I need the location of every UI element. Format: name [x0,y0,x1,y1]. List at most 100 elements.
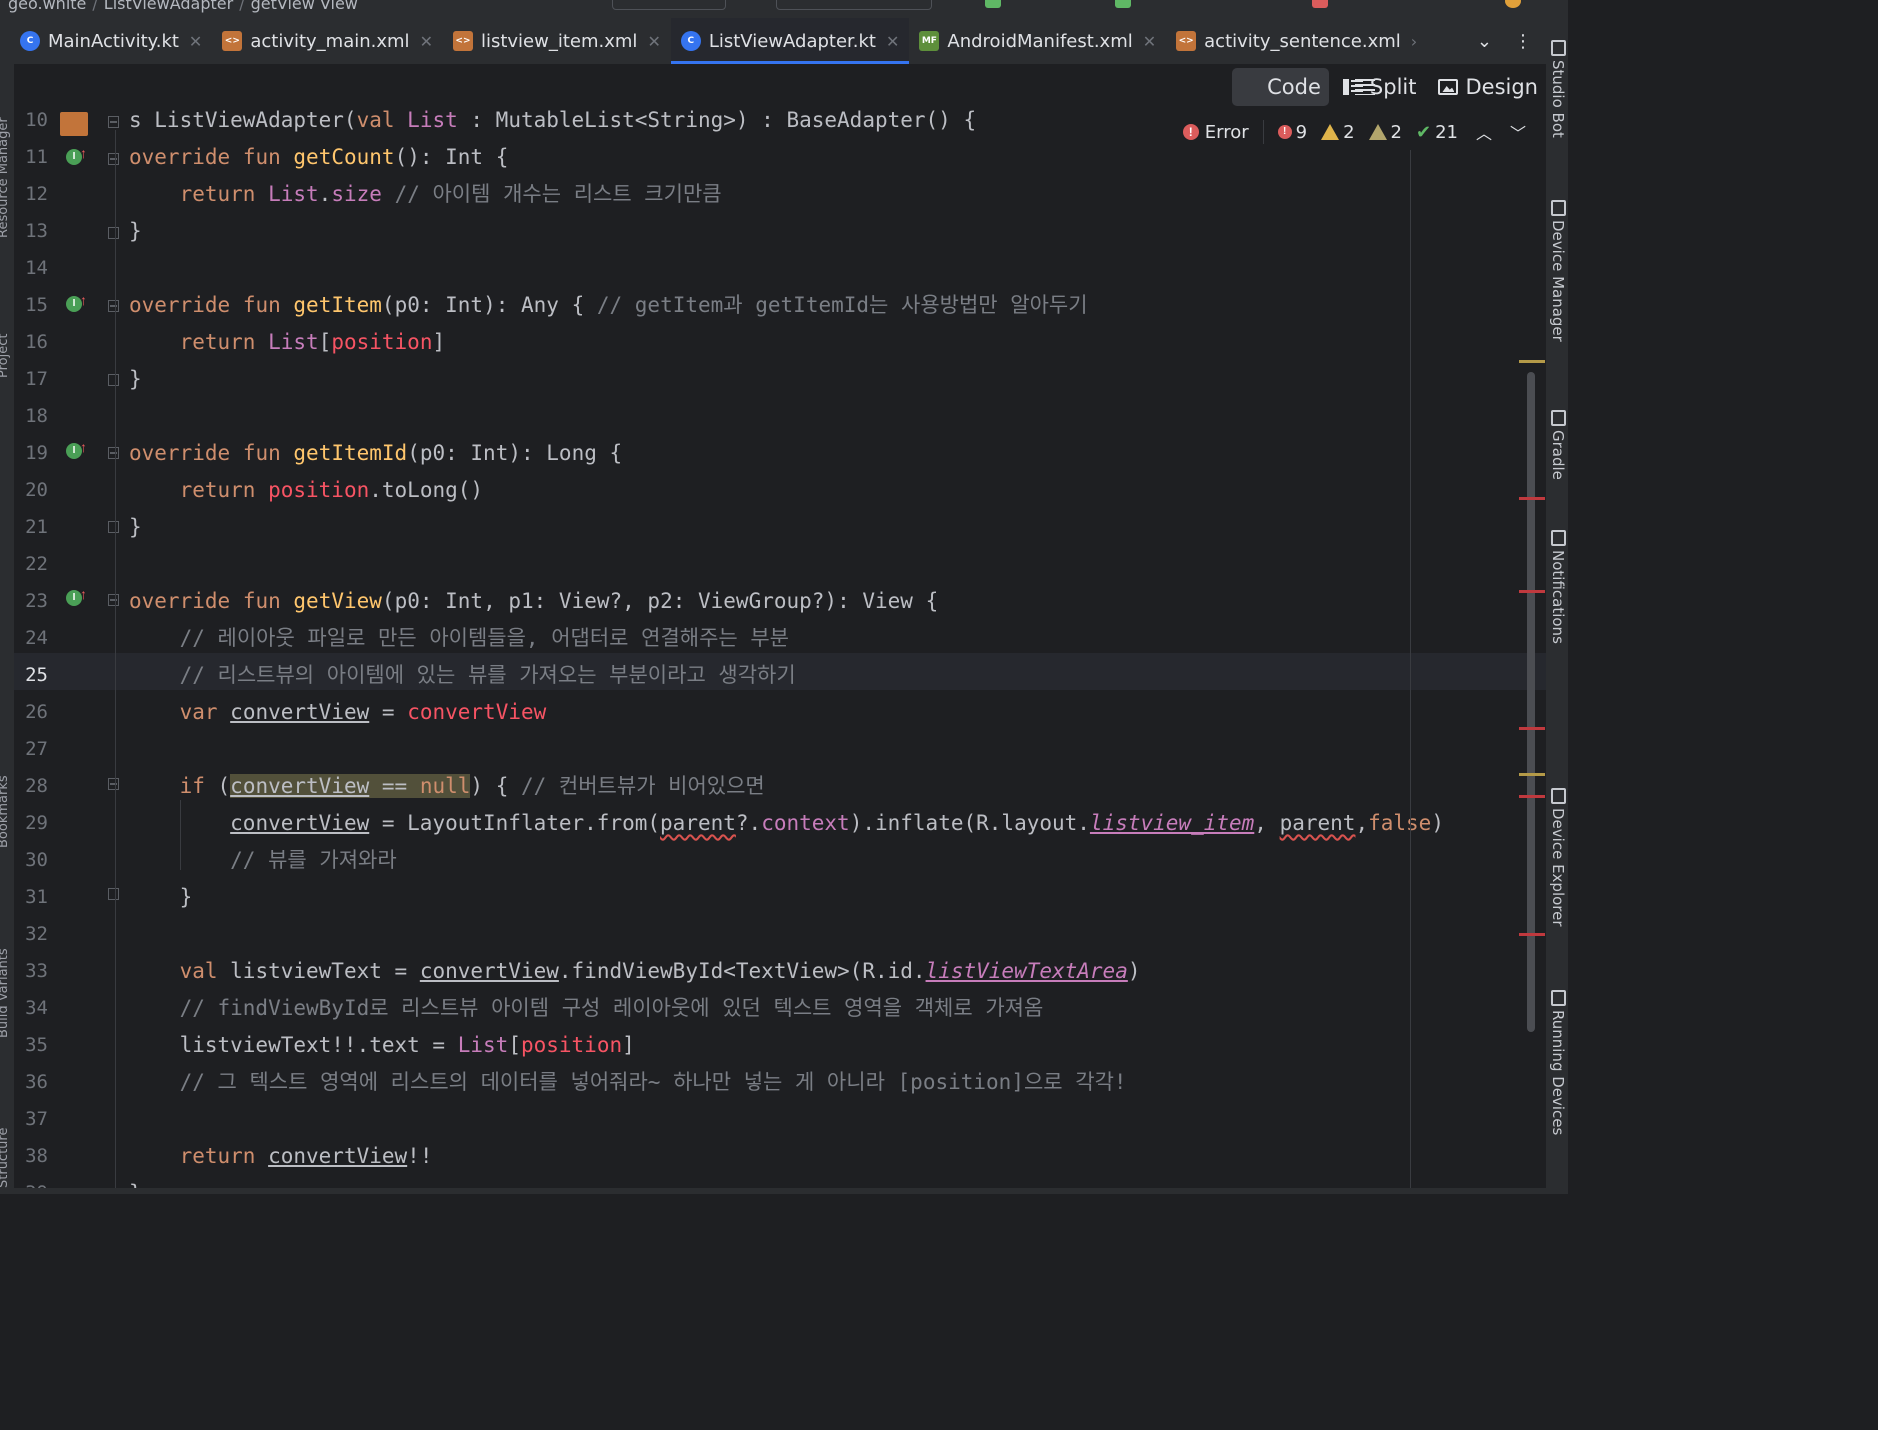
close-icon[interactable]: › [1411,32,1417,51]
fold-icon[interactable] [108,888,119,900]
run-icon[interactable] [985,0,1001,8]
code-view-button[interactable]: Code [1232,68,1376,106]
warning-count[interactable]: 2 [1321,122,1355,143]
tool-resource-manager[interactable]: Resource Manager [0,38,10,238]
avatar[interactable] [1505,0,1521,8]
xml-resource-gutter-icon[interactable] [60,112,88,136]
tab-activity-sentence[interactable]: <> activity_sentence.xml › [1166,18,1427,64]
tool-structure[interactable]: Structure [0,1068,10,1188]
error-stripe-mark[interactable] [1519,933,1545,936]
check-icon: ✔ [1415,121,1432,143]
close-icon[interactable]: ✕ [886,32,899,51]
code-line[interactable]: // findViewById로 리스트뷰 아이템 구성 레이아웃에 있던 텍스… [129,990,1044,1027]
tool-running-devices[interactable]: Running Devices [1549,990,1567,1194]
code-line[interactable]: s ListViewAdapter(val List : MutableList… [129,110,976,139]
code-line[interactable]: override fun getCount(): Int { [129,139,508,176]
code-line[interactable]: listviewText!!.text = List[position] [129,1027,635,1064]
tab-listviewadapter[interactable]: C ListViewAdapter.kt ✕ [670,18,910,64]
tool-project[interactable]: Project [0,268,10,378]
fold-icon[interactable] [108,300,119,312]
code-line[interactable]: } [129,1175,142,1188]
code-line[interactable]: convertView = LayoutInflater.from(parent… [129,805,1444,842]
tab-listview-item[interactable]: <> listview_item.xml ✕ [443,18,671,64]
fold-icon[interactable] [108,447,119,459]
error-stripe-mark[interactable] [1519,360,1545,363]
tool-device-manager[interactable]: Device Manager [1549,200,1567,400]
code-line[interactable]: } [129,879,193,916]
code-line[interactable]: return position.toLong() [129,472,483,509]
breadcrumb-method[interactable]: getView View [251,0,358,13]
close-icon[interactable]: ✕ [420,32,433,51]
stop-icon[interactable] [1312,0,1328,8]
fold-icon[interactable] [108,116,119,128]
breadcrumb-class[interactable]: ListViewAdapter [104,0,233,13]
override-marker-icon[interactable]: I [66,145,87,165]
override-marker-icon[interactable]: I [66,292,87,312]
error-stripe-mark[interactable] [1519,727,1545,730]
fold-icon[interactable] [108,374,119,386]
override-marker-icon[interactable]: I [66,586,87,606]
fold-icon[interactable] [108,778,119,790]
error-stripe-mark[interactable] [1519,795,1545,798]
highlighting-level[interactable]: Error [1205,122,1249,143]
breadcrumb-package[interactable]: geo.white [8,0,86,13]
tab-androidmanifest[interactable]: MF AndroidManifest.xml ✕ [909,18,1166,64]
code-line[interactable]: if (convertView == null) { // 컨버트뷰가 비어있으… [129,768,765,805]
code-line[interactable]: // 그 텍스트 영역에 리스트의 데이터를 넣어줘라~ 하나만 넣는 게 아니… [129,1064,1127,1101]
fold-icon[interactable] [108,227,119,239]
tool-gradle[interactable]: Gradle [1549,410,1567,520]
code-line[interactable]: override fun getItem(p0: Int): Any { // … [129,287,1088,324]
code-line[interactable]: return List[position] [129,324,446,361]
phone-icon [1550,788,1566,804]
elephant-icon [1550,410,1566,426]
breadcrumb[interactable]: geo.white / ListViewAdapter / getView View [8,0,358,13]
code-line[interactable]: } [129,509,142,546]
tool-build-variants[interactable]: Build Variants [0,878,10,1038]
code-line[interactable]: val listviewText = convertView.findViewB… [129,953,1141,990]
error-count[interactable]: ! 9 [1277,122,1307,143]
run-config-selector[interactable] [612,0,726,10]
close-icon[interactable]: ✕ [1143,32,1156,51]
error-stripe-mark[interactable] [1519,590,1545,593]
code-line[interactable]: // 리스트뷰의 아이템에 있는 뷰를 가져오는 부분이라고 생각하기 [129,657,796,694]
code-line[interactable]: } [129,361,142,398]
tool-notifications[interactable]: Notifications [1549,530,1567,700]
fold-icon[interactable] [108,153,119,165]
fold-icon[interactable] [108,594,119,606]
previous-highlight-icon[interactable]: ︿ [1476,120,1492,144]
close-icon[interactable]: ✕ [189,32,202,51]
code-line[interactable]: return convertView!! [129,1138,433,1175]
weak-warning-count[interactable]: 2 [1368,122,1402,143]
close-icon[interactable]: ✕ [647,32,660,51]
split-view-button[interactable]: Split [1335,68,1425,106]
line-number: 18 [25,405,48,427]
code-line[interactable]: } [129,213,142,250]
next-highlight-icon[interactable]: ﹀ [1510,120,1526,144]
error-stripe-mark[interactable] [1519,773,1545,776]
code-line[interactable]: var convertView = convertView [129,694,547,731]
design-view-button[interactable]: Design [1430,68,1546,106]
inspection-widget[interactable]: ! Error ! 9 2 2 ✔ 21 ︿ ﹀ [1176,118,1532,146]
code-line[interactable]: // 레이아웃 파일로 만든 아이템들을, 어댑터로 연결해주는 부분 [129,620,789,657]
tool-device-explorer[interactable]: Device Explorer [1549,788,1567,978]
code-editor[interactable]: I I I I 10 s ListViewAdapter(val List : M… [14,110,1546,1188]
fold-icon[interactable] [108,521,119,533]
running-devices-icon [1550,990,1566,1006]
more-vertical-icon[interactable]: ⋮ [1514,31,1532,52]
tool-studio-bot[interactable]: Studio Bot [1549,40,1567,190]
tab-mainactivity[interactable]: C MainActivity.kt ✕ [14,18,212,64]
tool-bookmarks[interactable]: Bookmarks [0,718,10,848]
line-number: 37 [25,1108,48,1130]
code-line[interactable]: override fun getItemId(p0: Int): Long { [129,435,622,472]
typo-count[interactable]: ✔ 21 [1416,122,1458,143]
code-line[interactable]: return List.size // 아이템 개수는 리스트 크기만큼 [129,176,722,213]
bot-icon [1550,40,1566,56]
chevron-down-icon[interactable]: ⌄ [1477,31,1492,52]
tab-activity-main[interactable]: <> activity_main.xml ✕ [212,18,443,64]
code-line[interactable]: override fun getView(p0: Int, p1: View?,… [129,583,938,620]
code-line[interactable]: // 뷰를 가져와라 [129,842,397,879]
device-selector[interactable] [776,0,932,10]
override-marker-icon[interactable]: I [66,439,87,459]
error-stripe-mark[interactable] [1519,497,1545,500]
debug-icon[interactable] [1115,0,1131,8]
